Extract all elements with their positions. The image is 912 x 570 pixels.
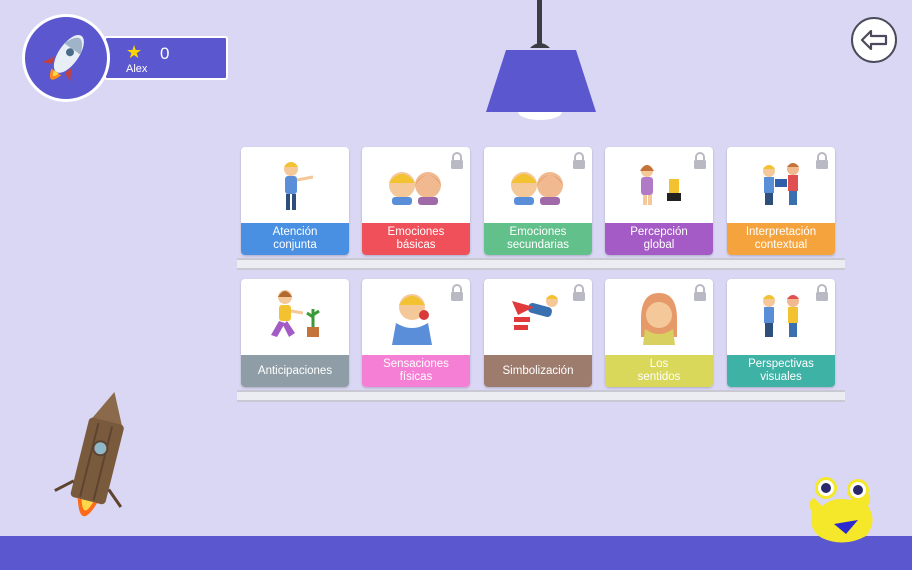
avatar[interactable]	[22, 14, 110, 102]
star-icon: ★	[126, 42, 143, 62]
card-label: Emociones básicas	[362, 223, 470, 255]
card-simbolizacion[interactable]: Simbolización	[484, 279, 592, 387]
yellow-monster-icon	[809, 477, 873, 543]
card-atencion-conjunta[interactable]: Atención conjunta	[241, 147, 349, 255]
wooden-rocket-icon	[30, 392, 142, 555]
score-value: 0	[160, 44, 170, 63]
lock-icon	[694, 152, 706, 169]
child-pointing-icon	[284, 162, 314, 210]
card-label: Percepción global	[605, 223, 713, 255]
card-label: Sensaciones físicas	[362, 355, 470, 387]
lock-icon	[451, 152, 463, 169]
card-anticipaciones[interactable]: Anticipaciones	[241, 279, 349, 387]
card-label: Perspectivas visuales	[727, 355, 835, 387]
card-label: Los sentidos	[605, 355, 713, 387]
card-label: Simbolización	[484, 355, 592, 387]
card-label: Emociones secundarias	[484, 223, 592, 255]
lock-icon	[573, 284, 585, 301]
user-name: Alex	[126, 63, 148, 75]
lock-icon	[573, 152, 585, 169]
shelf-top	[237, 258, 845, 270]
girl-watering-plant-icon	[271, 290, 320, 337]
card-perspectivas-visuales[interactable]: Perspectivas visuales	[727, 279, 835, 387]
card-emociones-secundarias[interactable]: Emociones secundarias	[484, 147, 592, 255]
lock-icon	[694, 284, 706, 301]
card-label: Interpretación contextual	[727, 223, 835, 255]
lock-icon	[816, 152, 828, 169]
card-label: Atención conjunta	[241, 223, 349, 255]
rocket-icon	[42, 34, 84, 82]
arrow-left-icon	[860, 29, 888, 51]
card-emociones-basicas[interactable]: Emociones básicas	[362, 147, 470, 255]
card-percepcion-global[interactable]: Percepción global	[605, 147, 713, 255]
ceiling-lamp-icon	[486, 0, 596, 120]
lock-icon	[816, 284, 828, 301]
card-label: Anticipaciones	[241, 355, 349, 387]
card-interpretacion-contextual[interactable]: Interpretación contextual	[727, 147, 835, 255]
back-button[interactable]	[851, 17, 897, 63]
card-sensaciones-fisicas[interactable]: Sensaciones físicas	[362, 279, 470, 387]
card-los-sentidos[interactable]: Los sentidos	[605, 279, 713, 387]
lock-icon	[451, 284, 463, 301]
profile-card[interactable]: ★ 0 Alex	[104, 36, 228, 80]
shelf-bottom	[237, 390, 845, 402]
